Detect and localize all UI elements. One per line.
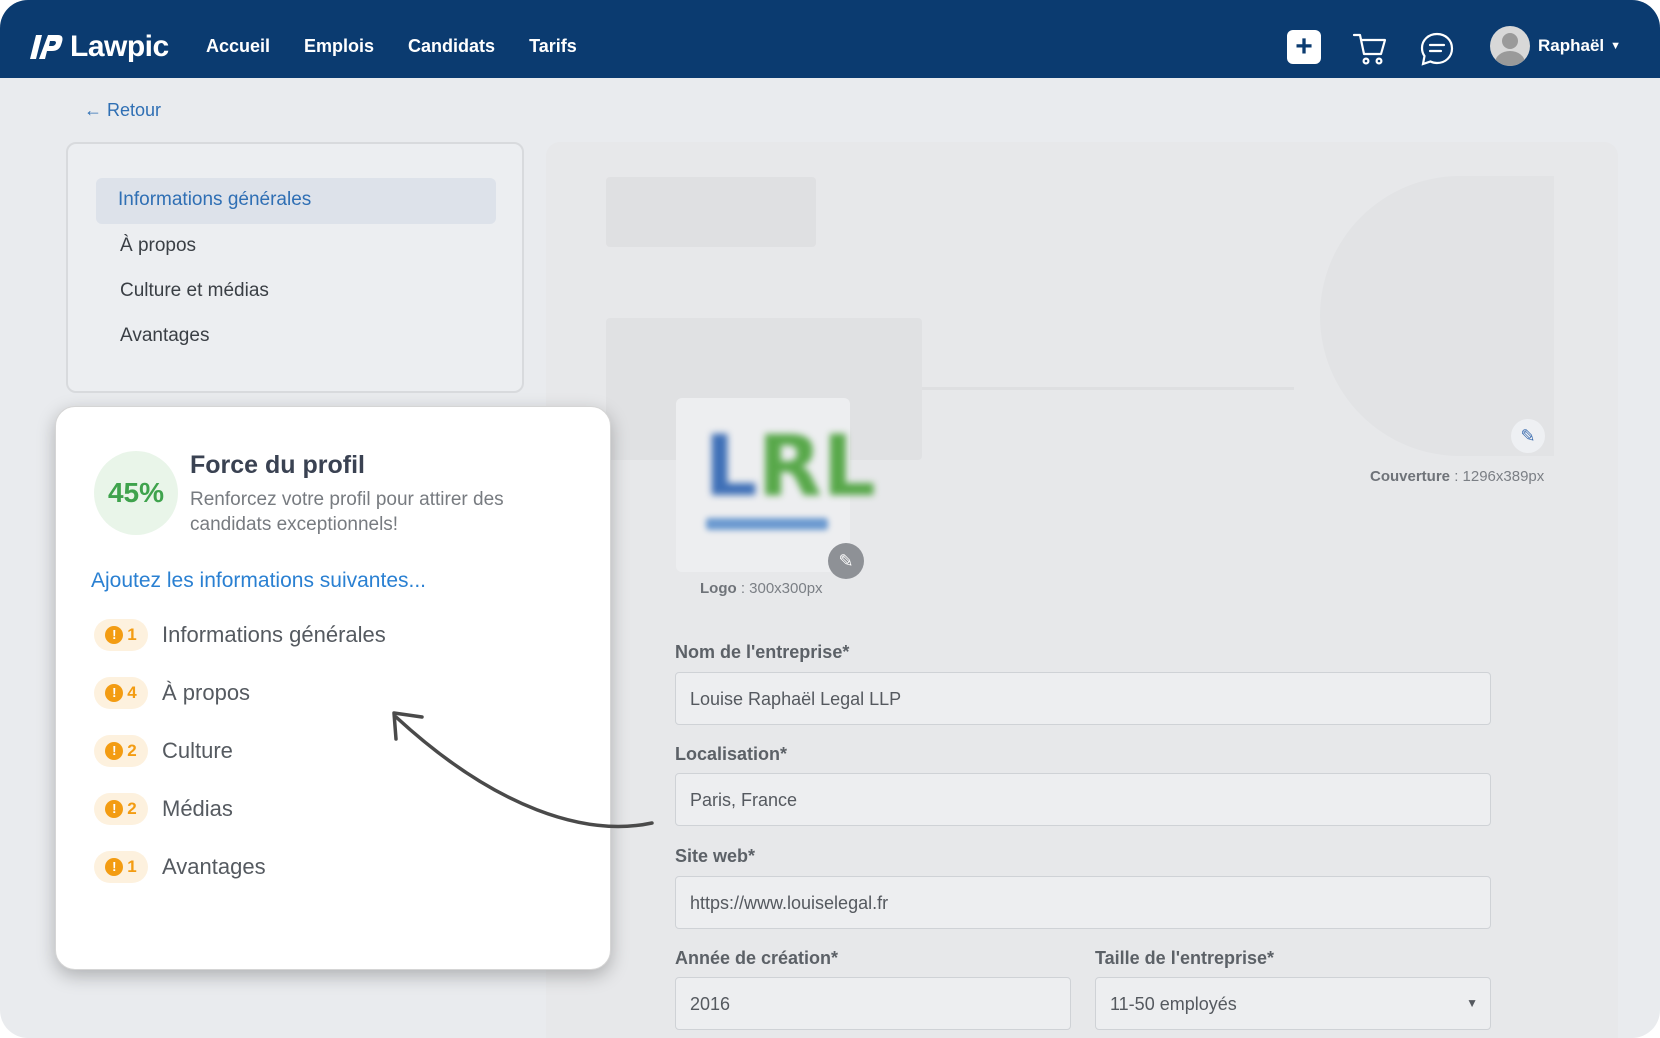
- sidebar-item-a-propos[interactable]: À propos: [120, 235, 196, 257]
- profile-strength-title: Force du profil: [190, 451, 365, 479]
- logo-caption: Logo : 300x300px: [700, 580, 823, 597]
- nav-link-tarifs[interactable]: Tarifs: [529, 36, 577, 57]
- pencil-icon: ✎: [1520, 426, 1536, 446]
- main-nav: Accueil Emplois Candidats Tarifs: [206, 36, 577, 57]
- warning-icon: !: [105, 684, 124, 702]
- missing-count-badge: ! 2: [94, 793, 148, 825]
- edit-logo-button[interactable]: ✎: [828, 543, 864, 579]
- company-logo-image: L RL: [704, 417, 876, 515]
- todo-item-avantages[interactable]: ! 1 Avantages: [94, 851, 266, 883]
- user-menu[interactable]: Raphaël ▼: [1490, 26, 1621, 66]
- company-size-value: 11-50 employés: [1110, 994, 1237, 1014]
- company-name-label: Nom de l'entreprise*: [675, 642, 850, 662]
- back-link[interactable]: ← Retour: [84, 100, 161, 121]
- profile-strength-percent: 45%: [94, 451, 178, 535]
- cover-caption: Couverture : 1296x389px: [1370, 468, 1544, 485]
- website-label: Site web*: [675, 846, 756, 866]
- pencil-icon: ✎: [838, 551, 854, 571]
- user-name: Raphaël: [1538, 36, 1605, 55]
- todo-item-informations-generales[interactable]: ! 1 Informations générales: [94, 619, 386, 651]
- location-field[interactable]: Paris, France: [675, 773, 1491, 826]
- chevron-down-icon: ▼: [1466, 996, 1478, 1010]
- profile-strength-card: 45% Force du profil Renforcez votre prof…: [55, 406, 654, 970]
- avatar: [1490, 26, 1530, 66]
- company-size-label: Taille de l'entreprise*: [1095, 948, 1275, 968]
- chat-icon[interactable]: [1419, 31, 1455, 67]
- logo-caption-size: : 300x300px: [736, 580, 823, 597]
- top-navbar: Lawpic Accueil Emplois Candidats Tarifs …: [0, 0, 1660, 78]
- todo-item-culture[interactable]: ! 2 Culture: [94, 735, 233, 767]
- title-placeholder: [606, 177, 816, 247]
- warning-icon: !: [105, 626, 124, 644]
- cover-caption-label: Couverture: [1370, 468, 1451, 485]
- brand-name: Lawpic: [70, 30, 169, 63]
- todo-item-a-propos[interactable]: ! 4 À propos: [94, 677, 250, 709]
- nav-link-candidats[interactable]: Candidats: [408, 36, 495, 57]
- nav-link-accueil[interactable]: Accueil: [206, 36, 270, 57]
- lawpic-logo-icon: [30, 35, 63, 59]
- company-size-select[interactable]: 11-50 employés ▼: [1095, 977, 1491, 1030]
- warning-icon: !: [105, 800, 124, 818]
- todo-item-medias[interactable]: ! 2 Médias: [94, 793, 233, 825]
- curved-arrow-icon: [392, 711, 654, 829]
- sidebar-item-avantages[interactable]: Avantages: [120, 325, 209, 347]
- divider: [922, 387, 1294, 390]
- missing-count-badge: ! 1: [94, 619, 148, 651]
- profile-sections-menu: Informations générales À propos Culture …: [66, 142, 524, 393]
- company-name-field[interactable]: Louise Raphaël Legal LLP: [675, 672, 1491, 725]
- missing-count-badge: ! 4: [94, 677, 148, 709]
- nav-link-emplois[interactable]: Emplois: [304, 36, 374, 57]
- cart-icon[interactable]: [1352, 30, 1388, 66]
- location-label: Localisation*: [675, 744, 788, 764]
- edit-cover-button[interactable]: ✎: [1511, 419, 1545, 453]
- founding-year-field[interactable]: 2016: [675, 977, 1071, 1030]
- sidebar-item-informations-generales[interactable]: Informations générales: [96, 178, 496, 224]
- cover-caption-size: : 1296x389px: [1450, 468, 1545, 485]
- chevron-down-icon: ▼: [1610, 40, 1622, 52]
- logo-subtitle-bar: [706, 518, 828, 530]
- profile-strength-subtitle: Renforcez votre profil pour attirer des …: [190, 489, 504, 535]
- website-field[interactable]: https://www.louiselegal.fr: [675, 876, 1491, 929]
- warning-icon: !: [105, 742, 124, 760]
- missing-count-badge: ! 1: [94, 851, 148, 883]
- brand-logo[interactable]: Lawpic: [30, 30, 169, 64]
- sidebar-item-culture-medias[interactable]: Culture et médias: [120, 280, 269, 302]
- founding-year-label: Année de création*: [675, 948, 839, 968]
- warning-icon: !: [105, 858, 124, 876]
- plus-icon: +: [1295, 30, 1313, 63]
- add-button[interactable]: +: [1287, 30, 1321, 64]
- logo-caption-label: Logo: [700, 580, 737, 597]
- app-frame: Lawpic Accueil Emplois Candidats Tarifs …: [0, 0, 1660, 1038]
- missing-count-badge: ! 2: [94, 735, 148, 767]
- add-info-heading[interactable]: Ajoutez les informations suivantes...: [91, 569, 426, 593]
